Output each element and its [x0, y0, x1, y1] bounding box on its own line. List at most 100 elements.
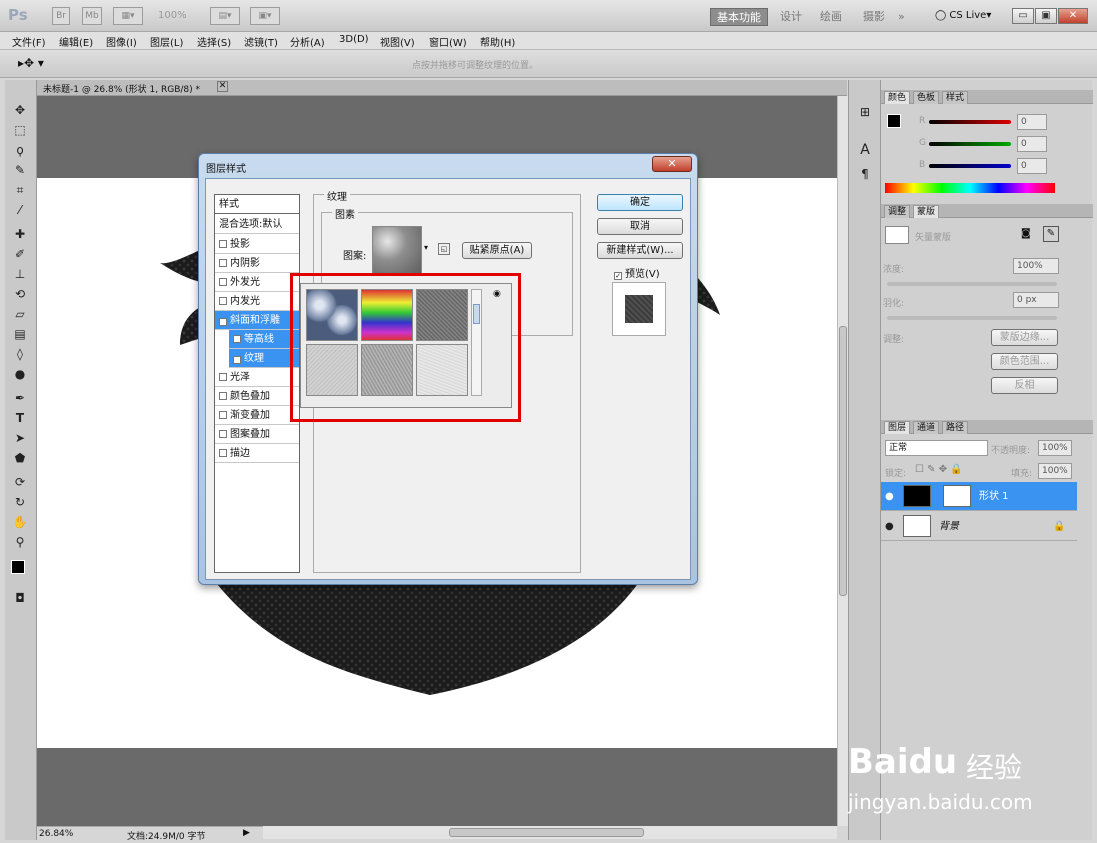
eraser-tool-icon[interactable]: ▱: [11, 306, 29, 322]
mask-edge-button[interactable]: 蒙版边缘...: [991, 329, 1058, 346]
tab-adjustments[interactable]: 调整: [884, 205, 911, 218]
paragraph-panel-icon[interactable]: ¶: [856, 166, 874, 182]
dodge-tool-icon[interactable]: ●: [11, 366, 29, 382]
close-document-icon[interactable]: ✕: [217, 81, 228, 92]
feather-slider[interactable]: [887, 316, 1057, 320]
layer-row[interactable]: ● 形状 1: [881, 482, 1077, 511]
feather-field[interactable]: 0 px: [1013, 292, 1059, 308]
crop-tool-icon[interactable]: ⌗: [11, 182, 29, 198]
menu-window[interactable]: 窗口(W): [429, 34, 467, 49]
tab-swatches[interactable]: 色板: [913, 91, 940, 104]
pattern-dropdown-icon[interactable]: ▾: [424, 243, 428, 252]
marquee-tool-icon[interactable]: ⬚: [11, 122, 29, 138]
ok-button[interactable]: 确定: [597, 194, 683, 211]
rgb-slider[interactable]: [929, 120, 1011, 124]
style-item[interactable]: 投影: [215, 235, 299, 254]
view-extras-icon[interactable]: ▦▾: [113, 7, 143, 25]
status-menu-arrow-icon[interactable]: ▶: [243, 828, 250, 838]
style-item[interactable]: 光泽: [215, 368, 299, 387]
3d-orbit-tool-icon[interactable]: ↻: [11, 494, 29, 510]
menu-layer[interactable]: 图层(L): [150, 34, 183, 49]
opacity-field[interactable]: 100%: [1038, 440, 1072, 456]
color-range-button[interactable]: 颜色范围...: [991, 353, 1058, 370]
style-checkbox[interactable]: [219, 240, 227, 248]
lasso-tool-icon[interactable]: ϙ: [11, 142, 29, 158]
move-tool-icon[interactable]: ✥: [11, 102, 29, 118]
layer-row[interactable]: ● 🔒 背景: [881, 512, 1077, 541]
color-panel-foreground[interactable]: [887, 114, 901, 128]
menu-filter[interactable]: 滤镜(T): [244, 34, 278, 49]
layer-mask-thumbnail[interactable]: [943, 485, 971, 507]
quick-select-tool-icon[interactable]: ✎: [11, 162, 29, 178]
invert-button[interactable]: 反相: [991, 377, 1058, 394]
tab-channels[interactable]: 通道: [913, 421, 940, 434]
styles-header[interactable]: 样式: [215, 195, 299, 214]
gradient-tool-icon[interactable]: ▤: [11, 326, 29, 342]
menu-view[interactable]: 视图(V): [380, 34, 415, 49]
style-checkbox[interactable]: [219, 297, 227, 305]
menu-help[interactable]: 帮助(H): [480, 34, 515, 49]
cs-live-button[interactable]: ◯ CS Live▾: [935, 10, 991, 21]
rgb-value-field[interactable]: 0: [1017, 158, 1047, 174]
eye-icon[interactable]: ●: [885, 512, 894, 541]
blur-tool-icon[interactable]: ◊: [11, 346, 29, 362]
brush-tool-icon[interactable]: ✐: [11, 246, 29, 262]
close-button[interactable]: ✕: [1058, 8, 1088, 24]
horizontal-scroll-thumb[interactable]: [449, 828, 644, 837]
tab-paths[interactable]: 路径: [942, 421, 969, 434]
tab-layers[interactable]: 图层: [884, 421, 911, 434]
histogram-icon[interactable]: ⊞: [856, 104, 874, 120]
style-item[interactable]: 等高线: [229, 330, 299, 349]
workspace-design[interactable]: 设计: [774, 8, 808, 26]
maximize-button[interactable]: ▣: [1035, 8, 1057, 24]
fill-field[interactable]: 100%: [1038, 463, 1072, 479]
healing-tool-icon[interactable]: ✚: [11, 226, 29, 242]
style-checkbox[interactable]: [219, 392, 227, 400]
menu-3d[interactable]: 3D(D): [339, 34, 369, 45]
tab-color[interactable]: 颜色: [884, 91, 911, 104]
new-style-button[interactable]: 新建样式(W)...: [597, 242, 683, 259]
blend-options-item[interactable]: 混合选项:默认: [215, 215, 299, 234]
pen-tool-icon[interactable]: ✒: [11, 390, 29, 406]
path-select-tool-icon[interactable]: ➤: [11, 430, 29, 446]
move-tool-preset-icon[interactable]: ▸✥ ▾: [18, 56, 44, 70]
mini-bridge-icon[interactable]: Mb: [82, 7, 102, 25]
foreground-color-swatch[interactable]: [11, 560, 25, 574]
workspace-essentials[interactable]: 基本功能: [710, 8, 768, 26]
menu-file[interactable]: 文件(F): [12, 34, 46, 49]
shape-tool-icon[interactable]: ⬟: [11, 450, 29, 466]
tab-masks[interactable]: 蒙版: [913, 205, 940, 218]
style-item[interactable]: ✓ 纹理: [229, 349, 299, 368]
rgb-slider[interactable]: [929, 142, 1011, 146]
style-item[interactable]: 内发光: [215, 292, 299, 311]
density-field[interactable]: 100%: [1013, 258, 1059, 274]
arrange-documents-icon[interactable]: ▤▾: [210, 7, 240, 25]
density-slider[interactable]: [887, 282, 1057, 286]
menu-edit[interactable]: 编辑(E): [59, 34, 93, 49]
rgb-value-field[interactable]: 0: [1017, 114, 1047, 130]
workspace-painting[interactable]: 绘画: [814, 8, 848, 26]
snap-to-origin-button[interactable]: 贴紧原点(A): [462, 242, 532, 259]
style-item[interactable]: 内阴影: [215, 254, 299, 273]
style-checkbox[interactable]: [219, 278, 227, 286]
style-checkbox[interactable]: ✓: [219, 318, 227, 326]
style-checkbox[interactable]: [219, 430, 227, 438]
style-checkbox[interactable]: [219, 411, 227, 419]
rgb-slider[interactable]: [929, 164, 1011, 168]
style-item[interactable]: 图案叠加: [215, 425, 299, 444]
style-item[interactable]: 外发光: [215, 273, 299, 292]
style-checkbox[interactable]: [219, 449, 227, 457]
more-workspaces-button[interactable]: »: [892, 8, 911, 26]
style-item[interactable]: 渐变叠加: [215, 406, 299, 425]
hand-tool-icon[interactable]: ✋: [11, 514, 29, 530]
rgb-value-field[interactable]: 0: [1017, 136, 1047, 152]
style-item[interactable]: 描边: [215, 444, 299, 463]
history-brush-icon[interactable]: ⟲: [11, 286, 29, 302]
menu-select[interactable]: 选择(S): [197, 34, 231, 49]
style-checkbox[interactable]: ✓: [233, 356, 241, 364]
vertical-scrollbar[interactable]: [837, 96, 848, 826]
dialog-close-button[interactable]: ✕: [652, 156, 692, 172]
style-checkbox[interactable]: [233, 335, 241, 343]
color-spectrum[interactable]: [885, 183, 1055, 193]
vector-mask-icon[interactable]: ✎: [1043, 226, 1059, 242]
